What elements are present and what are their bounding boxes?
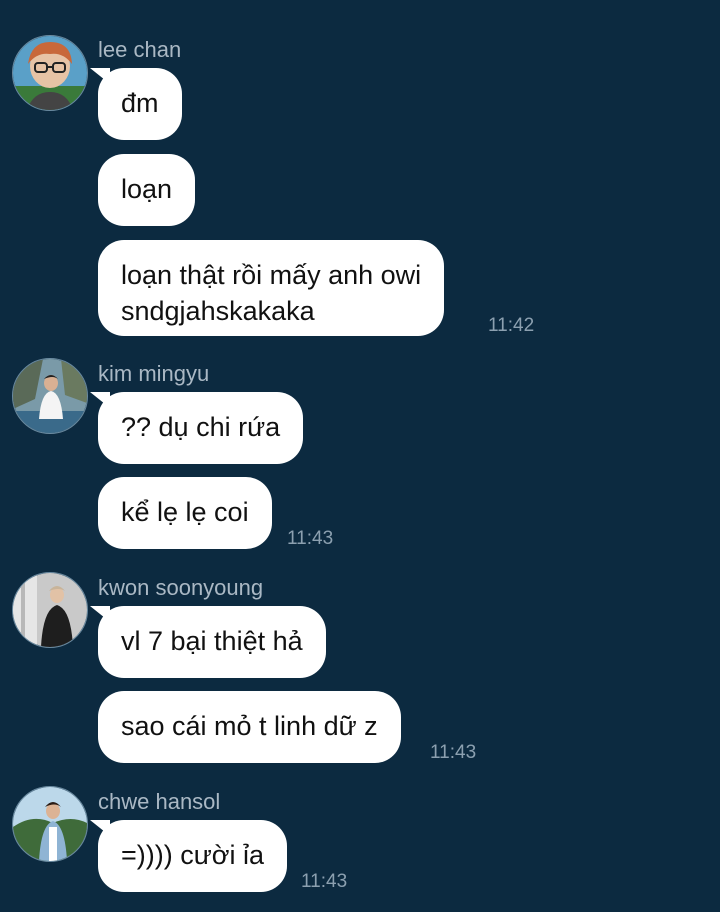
avatar-lee-chan[interactable] [12,35,88,111]
profile-photo-icon [13,787,87,861]
profile-photo-icon [13,359,87,433]
sender-name: chwe hansol [98,789,221,814]
message-bubble[interactable]: đm [90,68,182,140]
sender-name: lee chan [98,37,182,62]
avatar-kwon-soonyoung[interactable] [12,572,88,648]
message-bubble[interactable]: ?? dụ chi rứa [89,392,304,464]
message-bubble[interactable]: vl 7 bại thiệt hả [90,606,326,678]
message-bubble[interactable]: kể lẹ lẹ coi [98,477,272,549]
message-bubble[interactable]: =)))) cười ỉa [89,820,288,892]
message-timestamp: 11:42 [488,315,535,336]
profile-photo-icon [13,36,87,110]
message-timestamp: 11:43 [301,871,348,892]
sender-name: kim mingyu [98,361,210,386]
profile-photo-icon [13,573,87,647]
sender-name: kwon soonyoung [98,575,264,600]
message-timestamp: 11:43 [287,528,334,549]
chat-screen: { "messages_groups": [ { "sender": "lee … [0,0,720,912]
avatar-kim-mingyu[interactable] [12,358,88,434]
message-timestamp: 11:43 [430,742,477,763]
message-bubble[interactable]: loạn thật rồi mấy anh owi sndgjahskakaka [98,240,445,336]
message-bubble[interactable]: loạn [98,154,196,226]
avatar-chwe-hansol[interactable] [12,786,88,862]
message-bubble[interactable]: sao cái mỏ t linh dữ z [98,691,401,763]
